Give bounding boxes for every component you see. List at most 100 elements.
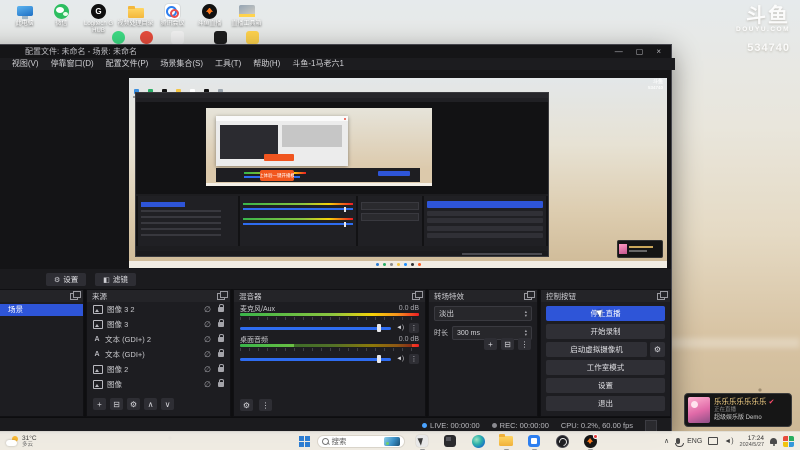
exit-button[interactable]: 退出 (546, 396, 665, 411)
partial-icon-yellow[interactable] (246, 31, 259, 44)
move-down-button[interactable]: ∨ (161, 398, 174, 410)
menu-tools[interactable]: 工具(T) (209, 58, 247, 70)
stop-streaming-button[interactable]: 停止直播 (546, 306, 665, 321)
input-language[interactable]: ENG (687, 438, 702, 445)
maximize-icon[interactable]: ▢ (636, 45, 644, 58)
taskbar-app-obs[interactable] (554, 433, 570, 449)
source-row[interactable]: 图像 ∅ (87, 377, 230, 392)
visibility-off-icon[interactable]: ∅ (204, 335, 211, 344)
desktop-icon-folder[interactable]: 视频处理目录 (117, 3, 154, 34)
desktop-icon-this-pc[interactable]: 此电脑 (6, 3, 43, 34)
add-transition-button[interactable]: + (484, 338, 497, 350)
menu-profile[interactable]: 配置文件(P) (100, 58, 155, 70)
douyu-watermark: 斗鱼 DOUYU.COM 534740 (736, 6, 790, 54)
volume-slider[interactable] (240, 355, 392, 363)
dock-popout-icon[interactable] (70, 290, 81, 300)
remove-transition-button[interactable]: ⊟ (501, 338, 514, 350)
weather-widget[interactable]: 31°C 多云 (6, 435, 37, 448)
remove-source-button[interactable]: ⊟ (110, 398, 123, 410)
transition-select[interactable]: 淡出 ▴ ▾ (434, 306, 532, 321)
settings-quick-button[interactable]: ⚙ 设置 (46, 273, 87, 286)
douyu-notification-popup[interactable]: 乐乐乐乐乐乐乐 ✔ 正在直播 超级娱乐版 Demo (684, 393, 792, 427)
live-status: LIVE: 00:00:00 (422, 421, 480, 430)
dock-popout-icon[interactable] (657, 290, 668, 300)
virtual-camera-config-button[interactable]: ⚙ (650, 342, 665, 357)
taskbar-app-douyu[interactable] (582, 433, 598, 450)
partial-icon-black[interactable] (214, 31, 227, 44)
menu-docks[interactable]: 停靠窗口(D) (45, 58, 100, 70)
search-box[interactable]: 搜索 (316, 434, 405, 448)
partial-icon-red[interactable] (140, 31, 153, 44)
desktop-icon-logitech[interactable]: Logitech G HUB (80, 3, 117, 34)
minimize-icon[interactable]: — (615, 45, 623, 58)
lock-icon[interactable] (218, 364, 224, 372)
volume-slider[interactable] (240, 324, 392, 332)
taskbar-app-edge[interactable] (470, 433, 486, 449)
desktop-icon-toolbox[interactable]: 直播工具箱 (228, 3, 265, 34)
source-row[interactable]: 图像 3 ∅ (87, 317, 230, 332)
desktop-icon-douyu[interactable]: 斗鱼直播 (191, 3, 228, 34)
settings-button[interactable]: 设置 (546, 378, 665, 393)
desktop-icon-meeting[interactable]: 腾讯会议 (154, 3, 191, 34)
channel-menu-button[interactable]: ⋮ (409, 323, 419, 333)
channel-menu-button[interactable]: ⋮ (409, 354, 419, 364)
dock-popout-icon[interactable] (412, 290, 423, 300)
audio-level-meter (240, 313, 419, 316)
visibility-off-icon[interactable]: ∅ (204, 320, 211, 329)
virtual-camera-button[interactable]: 启动虚拟摄像机 (546, 342, 647, 357)
source-row[interactable]: 图像 3 2 ∅ (87, 302, 230, 317)
desktop-icon-wechat[interactable]: 微信 (43, 3, 80, 34)
lock-icon[interactable] (218, 349, 224, 357)
obs-window: 配置文件: 未命名 - 场景: 未命名 — ▢ × 文件(F) 编辑(E) 视图… (0, 44, 675, 434)
taskbar-app-cursor[interactable] (414, 433, 430, 450)
move-up-button[interactable]: ∧ (144, 398, 157, 410)
filters-quick-button[interactable]: ◧ 滤镜 (95, 273, 136, 286)
advanced-audio-button[interactable]: ⚙ (240, 399, 253, 411)
dock-popout-icon[interactable] (217, 290, 228, 300)
menu-view[interactable]: 视图(V) (6, 58, 45, 70)
visibility-off-icon[interactable]: ∅ (204, 305, 211, 314)
obs-titlebar[interactable]: 配置文件: 未命名 - 场景: 未命名 — ▢ × (0, 45, 671, 58)
taskbar-app-dark[interactable] (442, 433, 458, 449)
partial-icon-green[interactable] (112, 31, 125, 44)
source-row[interactable]: A 文本 (GDI+) ∅ (87, 347, 230, 362)
transition-menu-button[interactable]: ⋮ (518, 338, 531, 350)
add-source-button[interactable]: + (93, 398, 106, 410)
visibility-off-icon[interactable]: ∅ (204, 380, 211, 389)
preview-captured-screen[interactable]: 斗鱼 534740 上体验一键开播模 (129, 78, 667, 268)
menu-scene-collection[interactable]: 场景集合(S) (154, 58, 209, 70)
source-row[interactable]: 图像 2 ∅ (87, 362, 230, 377)
start-recording-button[interactable]: 开始录制 (546, 324, 665, 339)
tray-chevron-icon[interactable]: ∧ (664, 437, 669, 445)
lock-icon[interactable] (218, 304, 224, 312)
volume-icon[interactable]: ◄) (724, 438, 733, 445)
source-row[interactable]: A 文本 (GDI+) 2 ∅ (87, 332, 230, 347)
lock-icon[interactable] (218, 319, 224, 327)
clock[interactable]: 17:24 2024/5/27 (740, 435, 764, 448)
studio-mode-button[interactable]: 工作室模式 (546, 360, 665, 375)
speaker-icon[interactable]: ◄) (396, 356, 404, 362)
lock-icon[interactable] (218, 334, 224, 342)
visibility-off-icon[interactable]: ∅ (204, 365, 211, 374)
source-properties-button[interactable]: ⚙ (127, 398, 140, 410)
close-icon[interactable]: × (656, 45, 661, 58)
scene-item-selected[interactable]: 场景 (0, 304, 83, 316)
db-value: 0.0 dB (398, 336, 419, 343)
menu-douyu-plugin[interactable]: 斗鱼-1马老六1 (286, 58, 350, 70)
controls-dock: 控制按钮 停止直播 开始录制 启动虚拟摄像机 ⚙ 工作室模式 设置 退出 (540, 289, 671, 417)
microphone-icon[interactable] (674, 438, 684, 447)
mixer-menu-button[interactable]: ⋮ (259, 399, 272, 411)
colorful-app-icon[interactable] (783, 435, 794, 447)
partial-icon-white[interactable] (171, 31, 184, 44)
lock-icon[interactable] (218, 379, 224, 387)
visibility-off-icon[interactable]: ∅ (204, 350, 211, 359)
start-button[interactable] (298, 435, 310, 447)
taskbar-app-blue[interactable] (526, 433, 542, 450)
speaker-icon[interactable]: ◄) (396, 325, 404, 331)
dock-popout-icon[interactable] (524, 290, 535, 300)
menu-help[interactable]: 帮助(H) (247, 58, 286, 70)
taskbar-app-file-explorer[interactable] (498, 433, 514, 450)
display-icon[interactable] (708, 437, 719, 445)
notification-bell-icon[interactable] (770, 438, 777, 446)
promo-button[interactable]: 马上体验一键开播模式 (260, 170, 294, 181)
